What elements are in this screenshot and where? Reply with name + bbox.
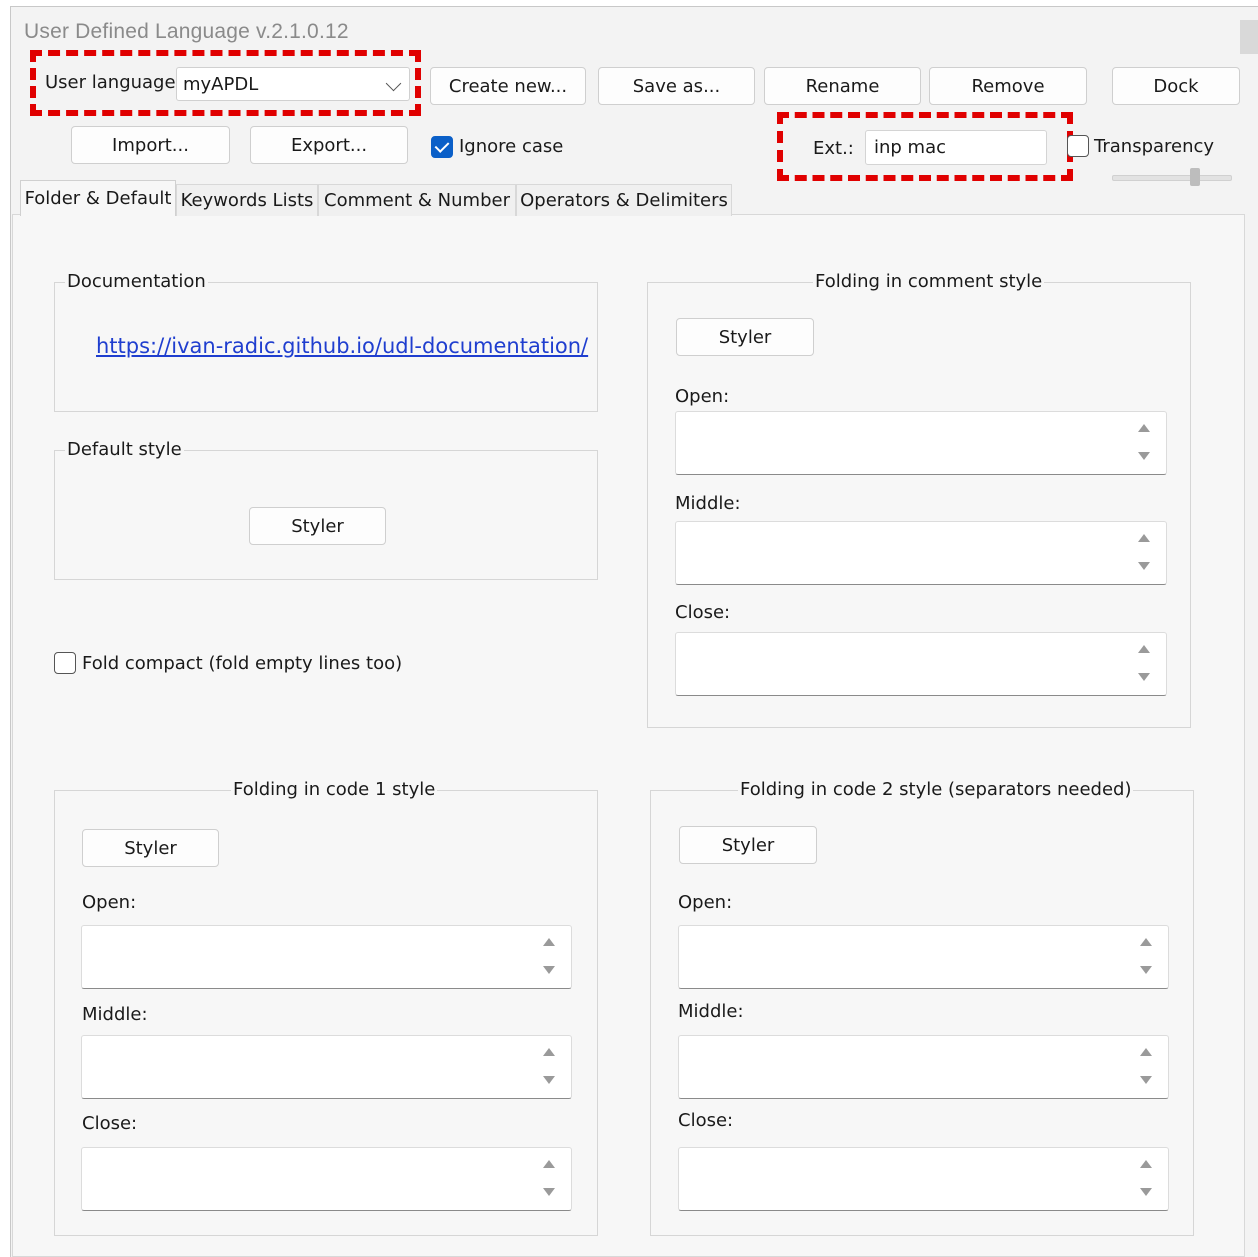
- scroll-down-icon[interactable]: [1138, 562, 1150, 570]
- transparency-checkbox[interactable]: [1067, 135, 1089, 157]
- code2-middle-field[interactable]: [678, 1035, 1169, 1099]
- code2-close-field[interactable]: [678, 1147, 1169, 1211]
- ignore-case-checkbox[interactable]: [431, 136, 453, 158]
- comment-style-legend: Folding in comment style: [813, 271, 1045, 292]
- comment-open-label: Open:: [675, 386, 730, 407]
- fold-compact-label: Fold compact (fold empty lines too): [82, 653, 403, 674]
- ext-label: Ext.:: [813, 138, 854, 159]
- comment-close-field[interactable]: [675, 632, 1167, 696]
- tab-comment-number[interactable]: Comment & Number: [318, 184, 516, 216]
- code2-open-field[interactable]: [678, 925, 1169, 989]
- rename-button[interactable]: Rename: [764, 67, 921, 105]
- code2-style-legend: Folding in code 2 style (separators need…: [738, 779, 1134, 800]
- documentation-legend: Documentation: [65, 271, 208, 292]
- code1-close-label: Close:: [82, 1113, 138, 1134]
- tab-keywords-lists[interactable]: Keywords Lists: [176, 184, 318, 216]
- scroll-down-icon[interactable]: [1140, 1076, 1152, 1084]
- save-as-button[interactable]: Save as...: [598, 67, 755, 105]
- export-button[interactable]: Export...: [250, 126, 408, 164]
- scroll-up-icon[interactable]: [1138, 424, 1150, 432]
- scroll-up-icon[interactable]: [543, 1160, 555, 1168]
- transparency-label: Transparency: [1094, 136, 1215, 157]
- tab-operators-delimiters[interactable]: Operators & Delimiters: [516, 184, 732, 216]
- code1-styler-button[interactable]: Styler: [82, 829, 219, 867]
- create-new-button[interactable]: Create new...: [430, 67, 586, 105]
- scroll-up-icon[interactable]: [1140, 938, 1152, 946]
- ignore-case-label: Ignore case: [459, 136, 564, 157]
- transparency-slider[interactable]: [1112, 175, 1232, 181]
- scroll-down-icon[interactable]: [1138, 673, 1150, 681]
- window-title: User Defined Language v.2.1.0.12: [24, 20, 349, 43]
- user-language-value: myAPDL: [183, 73, 259, 95]
- remove-button[interactable]: Remove: [929, 67, 1087, 105]
- code2-open-label: Open:: [678, 892, 733, 913]
- scroll-down-icon[interactable]: [543, 1188, 555, 1196]
- comment-styler-button[interactable]: Styler: [676, 318, 814, 356]
- import-button[interactable]: Import...: [71, 126, 230, 164]
- default-styler-button[interactable]: Styler: [249, 507, 386, 545]
- comment-close-label: Close:: [675, 602, 731, 623]
- default-style-legend: Default style: [65, 439, 184, 460]
- scroll-up-icon[interactable]: [1138, 645, 1150, 653]
- code1-middle-label: Middle:: [82, 1004, 148, 1025]
- code2-styler-button[interactable]: Styler: [679, 826, 817, 864]
- ext-input[interactable]: inp mac: [865, 130, 1047, 165]
- chevron-down-icon: [385, 75, 402, 92]
- comment-middle-field[interactable]: [675, 521, 1167, 585]
- code1-style-legend: Folding in code 1 style: [231, 779, 438, 800]
- documentation-link[interactable]: https://ivan-radic.github.io/udl-documen…: [96, 334, 588, 358]
- comment-open-field[interactable]: [675, 411, 1167, 475]
- dock-button[interactable]: Dock: [1112, 67, 1240, 105]
- code1-close-field[interactable]: [81, 1147, 572, 1211]
- transparency-slider-thumb[interactable]: [1190, 168, 1200, 186]
- scroll-up-icon[interactable]: [543, 938, 555, 946]
- code2-middle-label: Middle:: [678, 1001, 744, 1022]
- scroll-down-icon[interactable]: [543, 966, 555, 974]
- scroll-up-icon[interactable]: [543, 1048, 555, 1056]
- code1-open-label: Open:: [82, 892, 137, 913]
- user-language-label: User language:: [45, 72, 182, 93]
- scroll-down-icon[interactable]: [543, 1076, 555, 1084]
- close-icon[interactable]: [1240, 20, 1258, 54]
- code1-open-field[interactable]: [81, 925, 572, 989]
- scroll-up-icon[interactable]: [1140, 1048, 1152, 1056]
- scroll-up-icon[interactable]: [1138, 534, 1150, 542]
- scroll-down-icon[interactable]: [1138, 452, 1150, 460]
- code2-close-label: Close:: [678, 1110, 734, 1131]
- user-language-select[interactable]: myAPDL: [176, 67, 410, 101]
- scroll-down-icon[interactable]: [1140, 966, 1152, 974]
- fold-compact-checkbox[interactable]: [54, 652, 76, 674]
- code1-middle-field[interactable]: [81, 1035, 572, 1099]
- comment-middle-label: Middle:: [675, 493, 741, 514]
- scroll-down-icon[interactable]: [1140, 1188, 1152, 1196]
- scroll-up-icon[interactable]: [1140, 1160, 1152, 1168]
- tab-folder-default[interactable]: Folder & Default: [20, 180, 176, 216]
